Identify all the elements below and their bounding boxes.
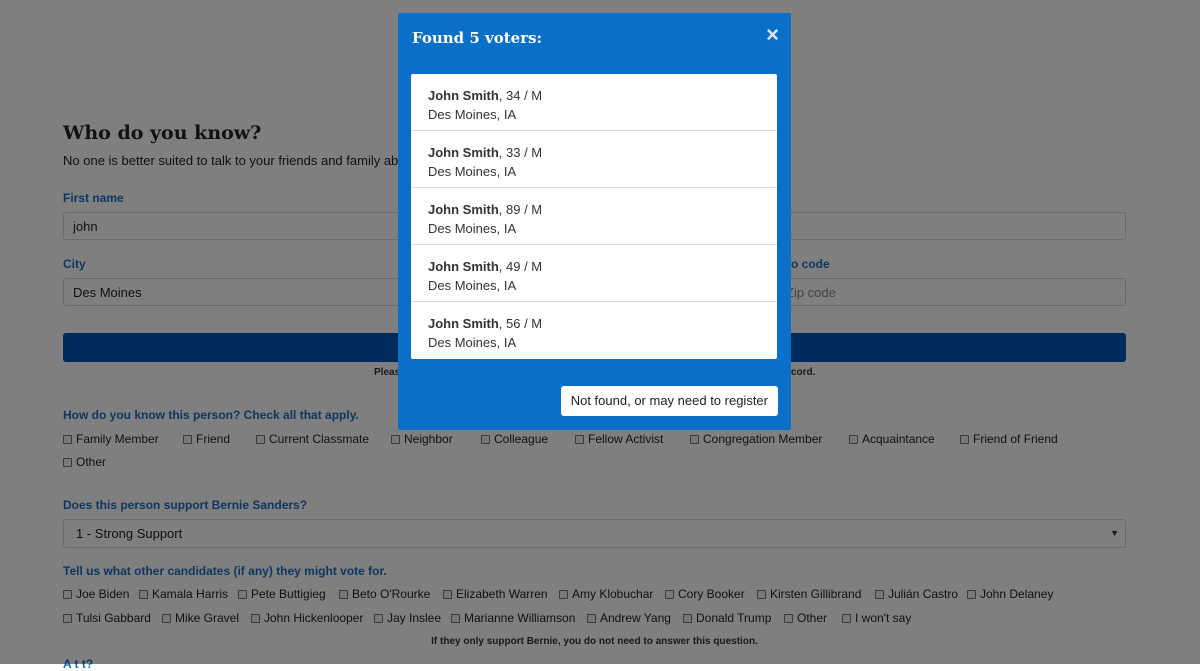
voter-name-line: John Smith, 49 / M [428, 257, 777, 276]
voter-result-item[interactable]: John Smith, 34 / M Des Moines, IA [411, 74, 777, 131]
voter-name-line: John Smith, 34 / M [428, 86, 777, 105]
voter-result-item[interactable]: John Smith, 89 / M Des Moines, IA [411, 188, 777, 245]
voter-name: John Smith [428, 259, 499, 274]
modal-title: Found 5 voters: [412, 29, 543, 47]
voter-name-line: John Smith, 56 / M [428, 314, 777, 333]
voter-result-item[interactable]: John Smith, 56 / M Des Moines, IA [411, 302, 777, 359]
voter-name-line: John Smith, 89 / M [428, 200, 777, 219]
voter-name-line: John Smith, 33 / M [428, 143, 777, 162]
voter-location: Des Moines, IA [428, 107, 517, 122]
voter-name: John Smith [428, 145, 499, 160]
voter-results-modal: Found 5 voters: × John Smith, 34 / M Des… [398, 13, 791, 430]
voter-location: Des Moines, IA [428, 164, 517, 179]
voter-result-item[interactable]: John Smith, 49 / M Des Moines, IA [411, 245, 777, 302]
voter-name: John Smith [428, 88, 499, 103]
voter-location: Des Moines, IA [428, 221, 517, 236]
voter-results-list: John Smith, 34 / M Des Moines, IA John S… [411, 74, 777, 359]
voter-age-gender: , 34 / M [498, 88, 543, 103]
voter-age-gender: , 49 / M [498, 259, 543, 274]
voter-name: John Smith [428, 202, 499, 217]
voter-age-gender: , 56 / M [498, 316, 543, 331]
voter-age-gender: , 89 / M [498, 202, 543, 217]
voter-result-item[interactable]: John Smith, 33 / M Des Moines, IA [411, 131, 777, 188]
voter-location: Des Moines, IA [428, 335, 517, 350]
not-found-button[interactable]: Not found, or may need to register [560, 386, 778, 416]
voter-location: Des Moines, IA [428, 278, 517, 293]
voter-age-gender: , 33 / M [498, 145, 543, 160]
voter-name: John Smith [428, 316, 499, 331]
close-icon[interactable]: × [766, 24, 779, 46]
